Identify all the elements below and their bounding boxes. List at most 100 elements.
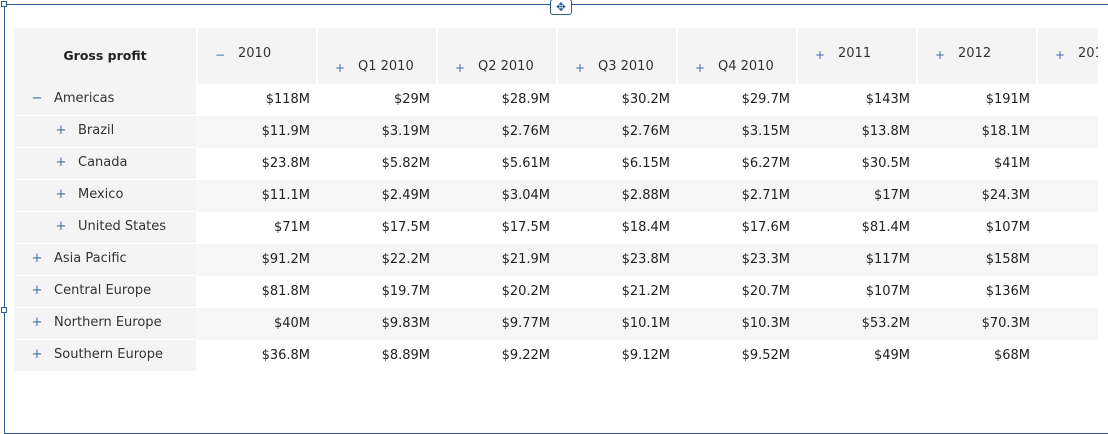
resize-handle-top-left[interactable] — [1, 1, 7, 7]
column-header[interactable]: +201 — [1038, 28, 1098, 84]
table-cell[interactable]: $6.27M — [678, 156, 790, 171]
row-header[interactable]: + Central Europe — [14, 276, 196, 308]
expand-icon[interactable]: + — [54, 124, 68, 138]
table-cell[interactable]: $21.9M — [438, 252, 550, 267]
table-cell[interactable]: $81.8M — [198, 284, 310, 299]
table-cell[interactable]: $3.19M — [318, 124, 430, 139]
table-cell[interactable]: $2.76M — [438, 124, 550, 139]
expand-icon[interactable]: + — [30, 284, 44, 298]
table-cell[interactable]: $9.12M — [558, 348, 670, 363]
table-cell[interactable]: $24.3M — [918, 188, 1030, 203]
expand-icon[interactable]: + — [934, 48, 946, 62]
row-header[interactable]: − Americas — [14, 84, 196, 116]
table-cell[interactable]: $81.4M — [798, 220, 910, 235]
table-cell[interactable]: $158M — [918, 252, 1030, 267]
table-cell[interactable]: $6.15M — [558, 156, 670, 171]
expand-icon[interactable]: + — [54, 188, 68, 202]
table-cell[interactable]: $53.2M — [798, 316, 910, 331]
table-cell[interactable]: $68M — [918, 348, 1030, 363]
table-cell[interactable]: $10.1M — [558, 316, 670, 331]
collapse-icon[interactable]: − — [30, 92, 44, 106]
row-header[interactable]: + Brazil — [14, 116, 196, 148]
resize-handle-left[interactable] — [1, 307, 7, 313]
expand-icon[interactable]: + — [54, 220, 68, 234]
expand-icon[interactable]: + — [334, 61, 346, 75]
column-header[interactable]: −2010 — [198, 28, 316, 84]
move-handle-icon[interactable]: ✥ — [550, 0, 572, 15]
column-header[interactable]: + Q2 2010 — [438, 28, 556, 84]
expand-icon[interactable]: + — [814, 48, 826, 62]
expand-icon[interactable]: + — [30, 252, 44, 266]
table-cell[interactable]: $71M — [198, 220, 310, 235]
row-header[interactable]: + Southern Europe — [14, 340, 196, 372]
table-cell[interactable]: $30.5M — [798, 156, 910, 171]
column-header[interactable]: +2011 — [798, 28, 916, 84]
table-cell[interactable]: $36.8M — [198, 348, 310, 363]
column-header[interactable]: + Q3 2010 — [558, 28, 676, 84]
table-cell[interactable]: $143M — [798, 92, 910, 107]
table-cell[interactable]: $118M — [198, 92, 310, 107]
table-cell[interactable]: $17M — [798, 188, 910, 203]
table-cell[interactable]: $3.15M — [678, 124, 790, 139]
table-cell[interactable]: $70.3M — [918, 316, 1030, 331]
table-cell[interactable]: $136M — [918, 284, 1030, 299]
table-cell[interactable]: $17.5M — [438, 220, 550, 235]
table-cell[interactable]: $10.3M — [678, 316, 790, 331]
collapse-icon[interactable]: − — [214, 48, 226, 62]
expand-icon[interactable]: + — [54, 156, 68, 170]
table-cell[interactable]: $9.83M — [318, 316, 430, 331]
row-header[interactable]: + Mexico — [14, 180, 196, 212]
table-cell[interactable]: $191M — [918, 92, 1030, 107]
column-header[interactable]: +2012 — [918, 28, 1036, 84]
row-header[interactable]: + Northern Europe — [14, 308, 196, 340]
table-cell[interactable]: $17.6M — [678, 220, 790, 235]
column-header[interactable]: + Q1 2010 — [318, 28, 436, 84]
table-cell[interactable]: $17.5M — [318, 220, 430, 235]
table-cell[interactable]: $21.2M — [558, 284, 670, 299]
table-cell[interactable]: $11.9M — [198, 124, 310, 139]
expand-icon[interactable]: + — [574, 61, 586, 75]
table-cell[interactable]: $9.52M — [678, 348, 790, 363]
table-cell[interactable]: $18.1M — [918, 124, 1030, 139]
table-cell[interactable]: $2.71M — [678, 188, 790, 203]
table-cell[interactable]: $49M — [798, 348, 910, 363]
expand-icon[interactable]: + — [454, 61, 466, 75]
table-cell[interactable]: $8.89M — [318, 348, 430, 363]
expand-icon[interactable]: + — [30, 348, 44, 362]
table-cell[interactable]: $11.1M — [198, 188, 310, 203]
column-header[interactable]: + Q4 2010 — [678, 28, 796, 84]
table-cell[interactable]: $20.2M — [438, 284, 550, 299]
table-cell[interactable]: $3.04M — [438, 188, 550, 203]
table-cell[interactable]: $22.2M — [318, 252, 430, 267]
table-cell[interactable]: $2.49M — [318, 188, 430, 203]
table-cell[interactable]: $40M — [198, 316, 310, 331]
row-header[interactable]: + Canada — [14, 148, 196, 180]
table-cell[interactable]: $2.88M — [558, 188, 670, 203]
table-cell[interactable]: $41M — [918, 156, 1030, 171]
table-cell[interactable]: $19.7M — [318, 284, 430, 299]
table-cell[interactable]: $9.77M — [438, 316, 550, 331]
table-cell[interactable]: $30.2M — [558, 92, 670, 107]
table-cell[interactable]: $9.22M — [438, 348, 550, 363]
row-header[interactable]: + Asia Pacific — [14, 244, 196, 276]
table-cell[interactable]: $18.4M — [558, 220, 670, 235]
table-cell[interactable]: $107M — [918, 220, 1030, 235]
table-cell[interactable]: $29M — [318, 92, 430, 107]
table-cell[interactable]: $2.76M — [558, 124, 670, 139]
table-cell[interactable]: $28.9M — [438, 92, 550, 107]
expand-icon[interactable]: + — [1054, 48, 1066, 62]
table-cell[interactable]: $117M — [798, 252, 910, 267]
row-header[interactable]: + United States — [14, 212, 196, 244]
table-cell[interactable]: $23.8M — [198, 156, 310, 171]
table-cell[interactable]: $20.7M — [678, 284, 790, 299]
table-cell[interactable]: $23.3M — [678, 252, 790, 267]
table-cell[interactable]: $91.2M — [198, 252, 310, 267]
table-cell[interactable]: $29.7M — [678, 92, 790, 107]
table-cell[interactable]: $13.8M — [798, 124, 910, 139]
table-cell[interactable]: $5.82M — [318, 156, 430, 171]
expand-icon[interactable]: + — [694, 61, 706, 75]
table-cell[interactable]: $107M — [798, 284, 910, 299]
table-cell[interactable]: $5.61M — [438, 156, 550, 171]
expand-icon[interactable]: + — [30, 316, 44, 330]
table-cell[interactable]: $23.8M — [558, 252, 670, 267]
